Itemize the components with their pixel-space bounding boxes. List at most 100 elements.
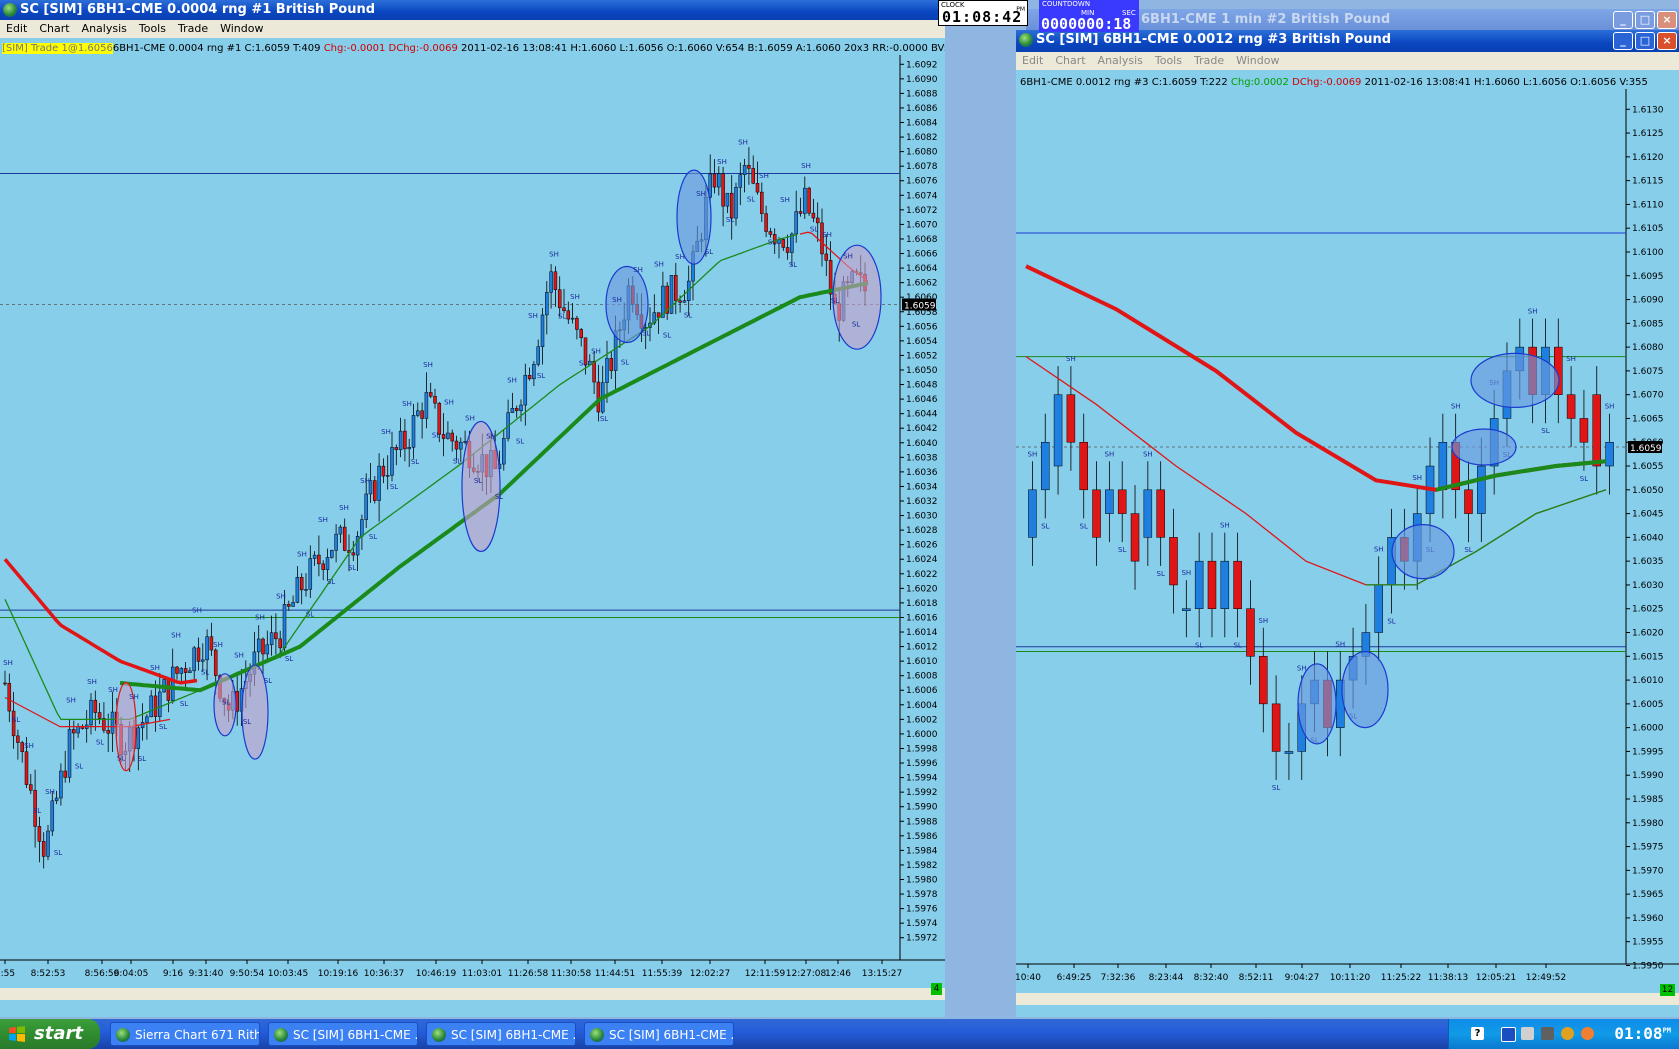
candle-body xyxy=(188,670,192,673)
menu-trade[interactable]: Trade xyxy=(1188,54,1230,67)
network-icon[interactable] xyxy=(1501,1027,1516,1042)
price-tick-label: 1.6050 xyxy=(906,366,938,376)
minimize-button[interactable]: _ xyxy=(1613,32,1633,50)
candle-body xyxy=(398,430,403,451)
swing-high-label: SH xyxy=(1066,355,1076,363)
price-tick-label: 1.6034 xyxy=(906,482,938,492)
swing-high-label: SH xyxy=(3,659,13,667)
left-chart-info-line: [SIM] Trade 1@1.60566BH1-CME 0.0004 rng … xyxy=(0,42,945,55)
price-tick-label: 1.6024 xyxy=(906,555,938,565)
candle-body xyxy=(59,770,63,799)
swing-low-label: SL xyxy=(138,755,146,763)
menu-edit[interactable]: Edit xyxy=(1016,54,1049,67)
time-tick-label: 5:55 xyxy=(0,969,15,979)
price-tick-label: 1.5960 xyxy=(1632,914,1664,924)
left-price-chart[interactable]: 1.6092 1.6090 1.6088 1.6086 1.6084 1.6082 1.60… xyxy=(0,55,945,1017)
right-status-number: 12 xyxy=(1660,984,1675,996)
swing-low-label: SL xyxy=(201,669,209,677)
swing-low-label: SL xyxy=(348,564,356,572)
task-sierra-chart[interactable]: Sierra Chart 671 Rith... xyxy=(110,1022,260,1046)
candle-body xyxy=(274,632,278,640)
candle-body xyxy=(562,307,566,312)
printer-icon[interactable] xyxy=(1521,1027,1534,1040)
candle-body xyxy=(549,271,553,293)
menu-tools[interactable]: Tools xyxy=(133,22,172,35)
time-tick-label: 11:38:13 xyxy=(1428,973,1468,983)
candle-body xyxy=(1246,608,1255,657)
left-info-change: Chg:-0.0001 DChg:-0.0069 xyxy=(323,43,458,54)
price-tick-label: 1.6004 xyxy=(906,701,938,711)
maximize-button[interactable]: □ xyxy=(1635,32,1655,50)
task-chart-3[interactable]: SC [SIM] 6BH1-CME ... xyxy=(584,1022,734,1046)
trade-position-label: [SIM] Trade 1@1.6056 xyxy=(2,43,113,54)
swing-high-label: SH xyxy=(87,678,97,686)
swing-low-label: SL xyxy=(621,359,629,367)
sierra-globe-icon xyxy=(590,1028,604,1042)
price-tick-label: 1.6080 xyxy=(906,148,938,158)
menu-tools[interactable]: Tools xyxy=(1149,54,1188,67)
swing-low-label: SL xyxy=(663,331,671,339)
candle-body xyxy=(175,666,179,674)
price-tick-label: 1.5982 xyxy=(906,861,938,871)
candle-body xyxy=(738,174,743,188)
candle-body xyxy=(394,447,399,451)
windows-logo-icon xyxy=(9,1026,25,1042)
swing-low-label: SL xyxy=(1195,641,1203,649)
candle-body xyxy=(747,165,751,169)
price-tick-label: 1.6026 xyxy=(906,541,938,551)
update-icon[interactable] xyxy=(1581,1027,1594,1040)
candle-body xyxy=(89,699,93,726)
candle-body xyxy=(166,679,171,701)
close-button[interactable]: × xyxy=(1657,11,1677,29)
swing-high-label: SH xyxy=(654,260,664,268)
security-icon[interactable] xyxy=(1561,1027,1574,1040)
right-title-bar[interactable]: SC [SIM] 6BH1-CME 0.0012 rng #3 British … xyxy=(1016,30,1679,52)
candle-body xyxy=(785,247,790,253)
start-button[interactable]: start xyxy=(0,1019,100,1049)
price-tick-label: 1.5988 xyxy=(906,817,938,827)
task-chart-1[interactable]: SC [SIM] 6BH1-CME ... xyxy=(268,1022,418,1046)
menu-window[interactable]: Window xyxy=(214,22,269,35)
task-chart-2[interactable]: SC [SIM] 6BH1-CME ... xyxy=(426,1022,576,1046)
task-label: SC [SIM] 6BH1-CME ... xyxy=(609,1028,734,1042)
candle-body xyxy=(46,830,50,857)
swing-high-label: SH xyxy=(1297,664,1307,672)
minimize-button[interactable]: _ xyxy=(1613,11,1633,29)
price-tick-label: 1.5984 xyxy=(906,846,938,856)
swing-high-label: SH xyxy=(1335,641,1345,649)
time-tick-label: 8:52:11 xyxy=(1239,973,1274,983)
left-status-number: 4 xyxy=(931,983,942,995)
left-chart-window[interactable]: SC [SIM] 6BH1-CME 0.0004 rng #1 British … xyxy=(0,0,945,1017)
price-tick-label: 1.5955 xyxy=(1632,938,1664,948)
menu-analysis[interactable]: Analysis xyxy=(76,22,133,35)
time-tick-label: 8:52:53 xyxy=(31,969,66,979)
swing-low-label: SL xyxy=(180,700,188,708)
menu-edit[interactable]: Edit xyxy=(0,22,33,35)
candle-body xyxy=(256,638,261,653)
candle-body xyxy=(183,668,188,673)
maximize-button[interactable]: □ xyxy=(1635,11,1655,29)
price-tick-label: 1.6025 xyxy=(1632,605,1664,615)
right-chart-window[interactable]: SC [SIM] 6BH1-CME 0.0012 rng #3 British … xyxy=(1016,30,1679,1017)
help-icon[interactable]: ? xyxy=(1471,1027,1484,1040)
candle-body xyxy=(1233,560,1242,609)
close-button[interactable]: × xyxy=(1657,32,1677,50)
device-icon[interactable] xyxy=(1541,1027,1554,1040)
horizontal-scrollbar xyxy=(0,988,945,1000)
menu-analysis[interactable]: Analysis xyxy=(1092,54,1149,67)
candle-body xyxy=(605,358,609,383)
candle-body xyxy=(674,275,678,302)
price-tick-label: 1.6038 xyxy=(906,453,938,463)
menu-window[interactable]: Window xyxy=(1230,54,1285,67)
price-tick-label: 1.6040 xyxy=(1632,533,1664,543)
menu-chart[interactable]: Chart xyxy=(33,22,75,35)
candle-body xyxy=(1053,394,1063,467)
time-tick-label: 11:25:22 xyxy=(1381,973,1421,983)
time-tick-label: 9:04:05 xyxy=(114,969,149,979)
left-title-bar[interactable]: SC [SIM] 6BH1-CME 0.0004 rng #1 British … xyxy=(0,0,945,20)
swing-high-label: SH xyxy=(381,428,391,436)
right-price-chart[interactable]: 1.6130 1.6125 1.6120 1.6115 1.6110 1.6105 1.61… xyxy=(1016,89,1679,1017)
menu-trade[interactable]: Trade xyxy=(172,22,214,35)
menu-chart[interactable]: Chart xyxy=(1049,54,1091,67)
candle-body xyxy=(72,729,76,734)
